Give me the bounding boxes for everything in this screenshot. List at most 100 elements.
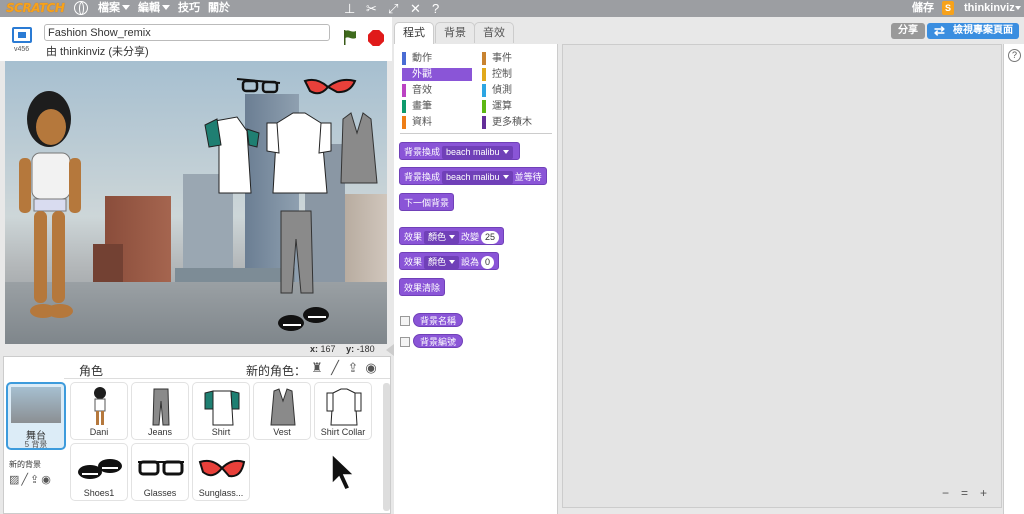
glasses-sprite[interactable] — [236, 78, 281, 94]
backdrop-paint-icon[interactable]: ╱ — [21, 474, 30, 486]
backdrop-library-icon[interactable]: ▨ — [9, 474, 21, 486]
paint-brush-icon[interactable]: ╱ — [328, 361, 342, 375]
user-avatar[interactable]: S — [942, 1, 954, 15]
tab-sounds[interactable]: 音效 — [474, 22, 514, 43]
backdrop-dropdown[interactable]: beach malibu — [442, 171, 513, 184]
tab-scripts[interactable]: 程式 — [394, 22, 434, 44]
zoom-in-icon[interactable]: + — [977, 487, 990, 500]
glasses-thumbnail-icon — [138, 460, 184, 476]
zoom-reset-icon[interactable]: = — [958, 487, 971, 500]
share-button[interactable]: 分享 — [891, 23, 925, 39]
save-now-link[interactable]: 儲存 — [912, 1, 934, 16]
menu-file[interactable]: 檔案 — [98, 1, 130, 16]
zoom-out-icon[interactable]: − — [939, 487, 952, 500]
backdrop-number-checkbox[interactable] — [400, 337, 410, 347]
scratch-logo[interactable]: SCRATCH — [6, 1, 65, 15]
block-switch-backdrop-and-wait[interactable]: 背景換成 beach malibu 並等待 — [399, 167, 547, 185]
dani-thumbnail-icon — [94, 387, 106, 425]
menu-about[interactable]: 關於 — [208, 1, 230, 16]
block-palette: 動作 事件 外觀 控制 音效 偵測 畫筆 運算 資料 更多積木 背景換成 beac… — [394, 44, 558, 514]
sprite-label: Glasses — [143, 488, 177, 498]
shirt-collar-thumbnail-icon — [326, 388, 362, 426]
category-sound[interactable]: 音效 — [402, 84, 472, 97]
block-help-icon[interactable]: ? — [432, 1, 439, 16]
shirt-thumbnail-icon — [204, 390, 240, 426]
version-label: v456 — [14, 46, 30, 53]
category-control[interactable]: 控制 — [482, 68, 552, 81]
category-more-blocks[interactable]: 更多積木 — [482, 116, 552, 129]
backdrop-name-checkbox[interactable] — [400, 316, 410, 326]
editor-tabs: 程式 背景 音效 — [394, 22, 560, 44]
category-looks[interactable]: 外觀 — [402, 68, 472, 81]
menu-tips[interactable]: 技巧 — [178, 1, 200, 16]
effect-dropdown[interactable]: 顏色 — [424, 231, 460, 244]
menu-bar: SCRATCH 檔案 編輯 技巧 關於 ⊥ ✂ ⤢ ✕ ? 儲存 S think… — [0, 0, 1024, 17]
help-icon[interactable]: ? — [1008, 49, 1021, 62]
sunglasses-sprite[interactable] — [303, 78, 357, 95]
sprite-tile-glasses[interactable]: Glasses — [131, 443, 189, 501]
reporter-backdrop-name[interactable]: 背景名稱 — [413, 313, 464, 327]
sprite-tile-shirt[interactable]: Shirt — [192, 382, 250, 440]
block-next-backdrop[interactable]: 下一個背景 — [399, 193, 455, 211]
set-value-input[interactable]: 0 — [481, 256, 495, 269]
project-title-input[interactable] — [44, 24, 330, 41]
category-pen[interactable]: 畫筆 — [402, 100, 472, 113]
shrink-icon[interactable]: ✕ — [410, 1, 421, 16]
dani-sprite[interactable] — [19, 91, 81, 318]
user-name[interactable]: thinkinviz — [964, 1, 1015, 16]
upload-icon[interactable]: ⇪ — [346, 361, 360, 375]
green-flag-icon[interactable] — [342, 29, 358, 45]
sprite-tile-sunglasses[interactable]: Sunglass... — [192, 443, 250, 501]
sprites-layer — [19, 78, 378, 331]
sprite-tile-vest[interactable]: Vest — [253, 382, 311, 440]
sprite-tile-shirt-collar[interactable]: Shirt Collar — [314, 382, 372, 440]
block-switch-backdrop[interactable]: 背景換成 beach malibu — [399, 142, 520, 160]
block-clear-effects[interactable]: 效果清除 — [399, 278, 446, 296]
category-data[interactable]: 資料 — [402, 116, 472, 129]
stop-sign-icon[interactable] — [368, 30, 384, 46]
backdrop-camera-icon[interactable]: ◉ — [41, 474, 53, 486]
vest-thumbnail-icon — [270, 388, 296, 426]
jeans-sprite[interactable] — [280, 210, 314, 294]
new-backdrop-label: 新的背景 — [9, 460, 41, 469]
tab-backdrops[interactable]: 背景 — [435, 22, 475, 43]
shirt-sprite[interactable] — [204, 116, 260, 194]
backdrop-dropdown[interactable]: beach malibu — [442, 146, 513, 159]
scripts-area[interactable] — [562, 44, 1002, 508]
sprite-tile-dani[interactable]: Dani — [70, 382, 128, 440]
category-operators[interactable]: 運算 — [482, 100, 552, 113]
stage-thumbnail[interactable]: 舞台 5 背景 — [6, 382, 66, 450]
duplicate-stamp-icon[interactable]: ⊥ — [344, 1, 355, 16]
backdrop-upload-icon[interactable]: ⇪ — [30, 474, 41, 486]
sprite-library-icon[interactable]: ♜ — [310, 361, 324, 375]
block-change-effect[interactable]: 效果 顏色 改變 25 — [399, 227, 505, 245]
sprite-list-scrollbar[interactable] — [383, 383, 390, 511]
menu-edit[interactable]: 編輯 — [138, 1, 170, 16]
category-motion[interactable]: 動作 — [402, 52, 472, 65]
block-set-effect[interactable]: 效果 顏色 設為 0 — [399, 252, 500, 270]
effect-dropdown[interactable]: 顏色 — [424, 256, 460, 269]
sprite-tile-jeans[interactable]: Jeans — [131, 382, 189, 440]
sunglasses-thumbnail-icon — [198, 459, 246, 478]
collapse-stage-arrow-icon[interactable] — [386, 344, 394, 356]
category-events[interactable]: 事件 — [482, 52, 552, 65]
change-value-input[interactable]: 25 — [481, 231, 500, 244]
category-sensing[interactable]: 偵測 — [482, 84, 552, 97]
language-globe-icon[interactable] — [74, 1, 88, 15]
presentation-mode-icon[interactable] — [12, 27, 32, 43]
reporter-backdrop-number[interactable]: 背景編號 — [413, 334, 464, 348]
stage-canvas[interactable] — [5, 61, 387, 344]
view-project-page-button[interactable]: 檢視專案頁面 — [927, 23, 1019, 39]
grow-icon[interactable]: ⤢ — [388, 1, 398, 16]
delete-scissors-icon[interactable]: ✂ — [366, 1, 377, 16]
shoes-sprite[interactable] — [278, 307, 329, 331]
user-menu-chevron-icon[interactable] — [1015, 6, 1021, 10]
mouse-coordinates: x: 167 y: -180 — [310, 344, 375, 354]
shirt-collar-sprite[interactable] — [266, 112, 332, 194]
help-sidebar: ? — [1003, 44, 1024, 514]
project-byline: 由 thinkinviz (未分享) — [46, 46, 149, 58]
vest-sprite[interactable] — [340, 112, 378, 184]
sprite-tile-shoes1[interactable]: Shoes1 — [70, 443, 128, 501]
jeans-thumbnail-icon — [152, 388, 170, 426]
camera-icon[interactable]: ◉ — [364, 361, 378, 375]
